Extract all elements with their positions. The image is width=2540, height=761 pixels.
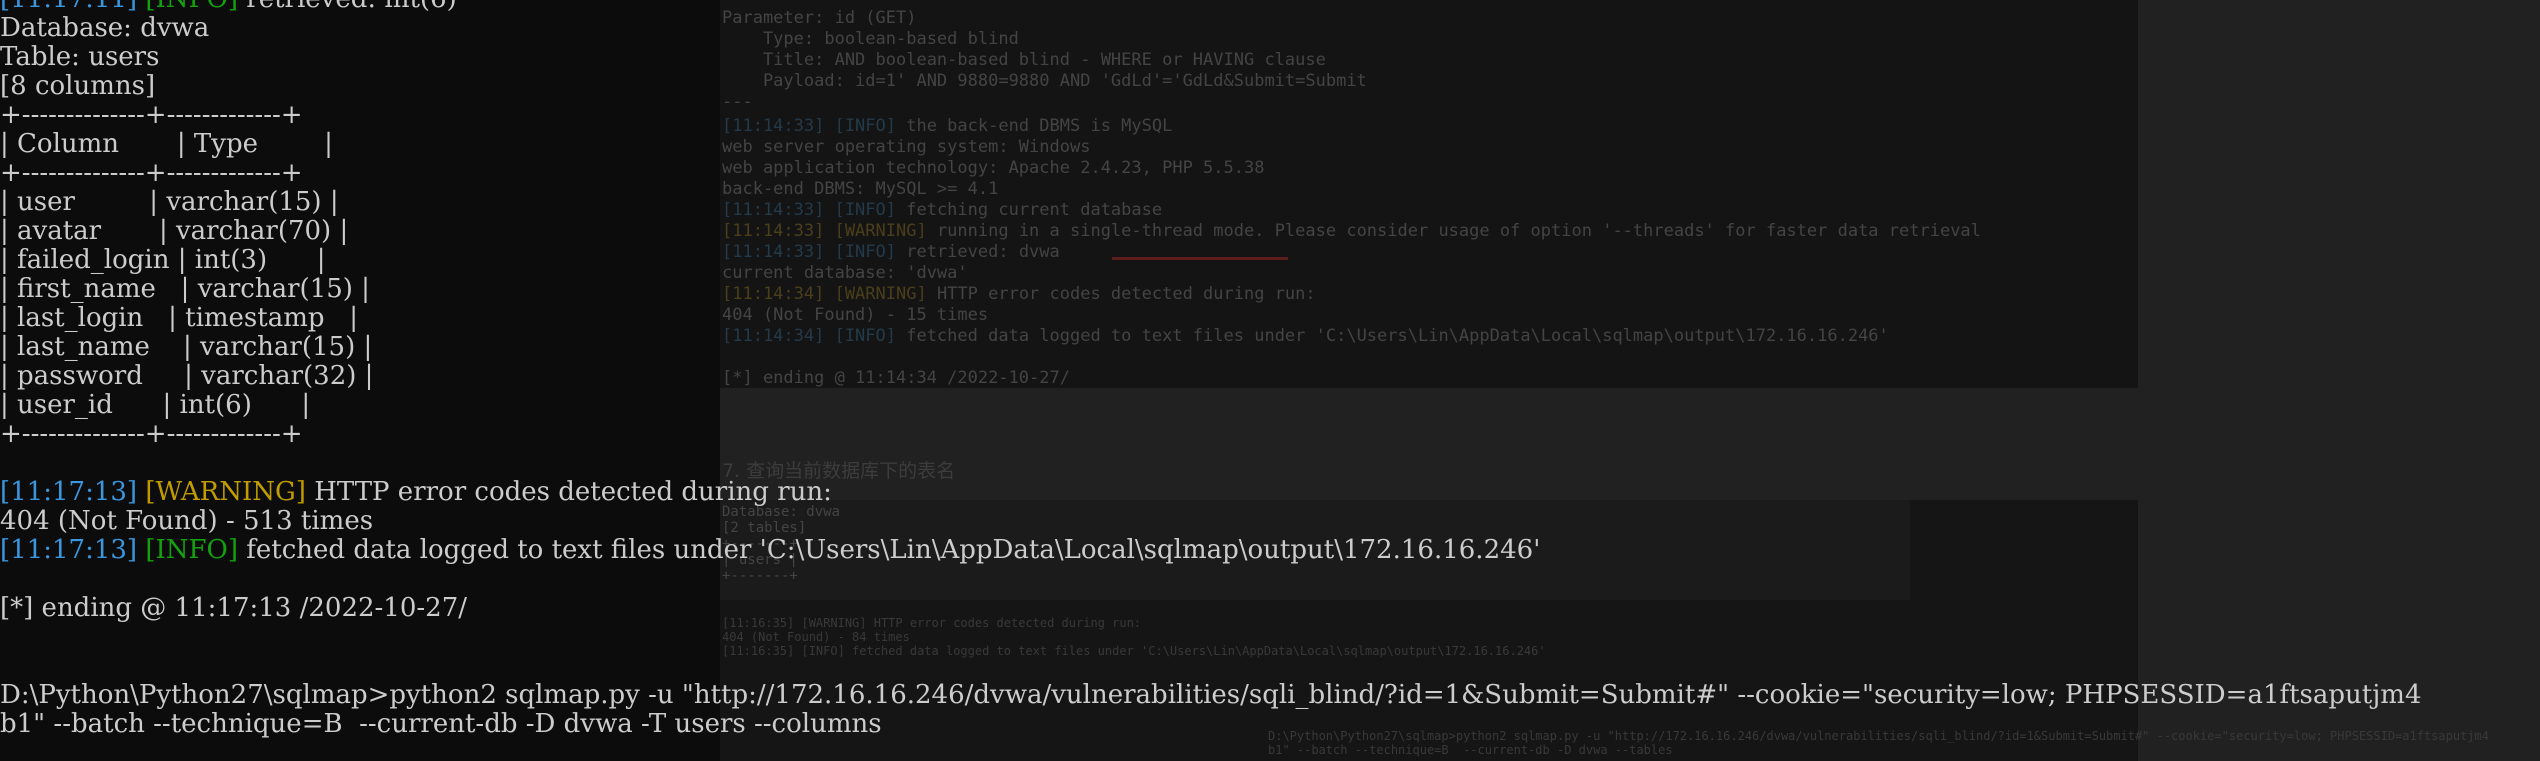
not-found-line: 404 (Not Found) - 513 times	[0, 506, 374, 536]
table-row: | failed_login | int(3) |	[0, 245, 326, 275]
table-row: | user | varchar(15) |	[0, 187, 339, 217]
log-message: retrieved: int(6)	[238, 0, 457, 14]
log-level-warning: [WARNING]	[145, 477, 306, 507]
table-border: +--------------+-------------+	[0, 419, 303, 449]
table-row: | user_id | int(6) |	[0, 390, 311, 420]
table-header: | Column | Type |	[0, 129, 333, 159]
bg-line: b1" --batch --technique=B --current-db -…	[1268, 743, 1673, 757]
table-border: +--------------+-------------+	[0, 100, 303, 130]
table-row: | password | varchar(32) |	[0, 361, 374, 391]
ending-line: [*] ending @ 11:17:13 /2022-10-27/	[0, 593, 468, 623]
table-row: | last_login | timestamp |	[0, 303, 359, 333]
table-row: | first_name | varchar(15) |	[0, 274, 370, 304]
log-message: fetched data logged to text files under …	[238, 535, 1541, 565]
table-line: Table: users	[0, 42, 160, 72]
database-line: Database: dvwa	[0, 13, 210, 43]
command-line[interactable]: D:\Python\Python27\sqlmap>python2 sqlmap…	[0, 680, 2422, 710]
command-line-continuation[interactable]: b1" --batch --technique=B --current-db -…	[0, 709, 882, 739]
log-level-info: [INFO]	[145, 535, 238, 565]
log-time: [11:17:13]	[0, 477, 138, 507]
log-level-info: [INFO]	[145, 0, 238, 14]
log-message: HTTP error codes detected during run:	[305, 477, 832, 507]
table-border: +--------------+-------------+	[0, 158, 303, 188]
table-row: | avatar | varchar(70) |	[0, 216, 349, 246]
table-row: | last_name | varchar(15) |	[0, 332, 373, 362]
columns-count: [8 columns]	[0, 71, 156, 101]
log-time: [11:17:11]	[0, 0, 137, 14]
log-time: [11:17:13]	[0, 535, 138, 565]
console-output: [11:17:11] [INFO] retrieved: int(6) Data…	[0, 0, 2422, 739]
